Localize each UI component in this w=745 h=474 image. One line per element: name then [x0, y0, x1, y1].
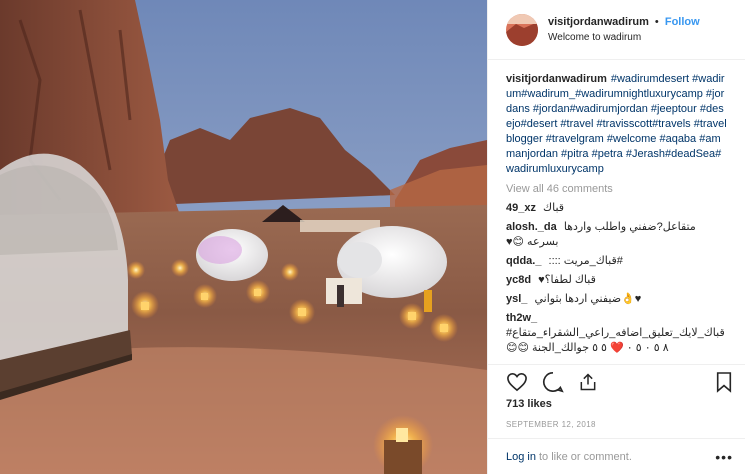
post-date: SEPTEMBER 12, 2018 — [506, 420, 596, 429]
comment-username[interactable]: qdda._ — [506, 255, 541, 267]
comment-item: 49_xz قباك — [506, 201, 727, 216]
follow-button[interactable]: Follow — [665, 16, 700, 28]
comment-username[interactable]: alosh._da — [506, 221, 557, 233]
bookmark-icon[interactable] — [715, 371, 733, 393]
post-photo[interactable] — [0, 0, 487, 474]
comment-item: ysl_ ♥👌ضيفني اردها بثواني — [506, 292, 727, 307]
share-icon[interactable] — [578, 372, 598, 392]
login-link[interactable]: Log in — [506, 451, 536, 463]
post-header: visitjordanwadirum • Follow Welcome to w… — [488, 0, 745, 60]
comment-text: قباك_لايك_تعليق_اضافه_راعي_الشقراء_متقاع… — [506, 327, 725, 354]
login-prompt: Log in to like or comment. ••• — [488, 438, 745, 474]
comment-text: ♥👌ضيفني اردها بثواني — [534, 293, 642, 305]
action-bar — [488, 364, 745, 398]
post-sidebar: visitjordanwadirum • Follow Welcome to w… — [487, 0, 745, 474]
caption-hashtags[interactable]: #wadirumdesert #wadirum#wadirum_#wadirum… — [506, 73, 727, 175]
caption: visitjordanwadirum #wadirumdesert #wadiru… — [506, 72, 727, 177]
more-options-icon[interactable]: ••• — [715, 449, 733, 465]
comments-section[interactable]: visitjordanwadirum #wadirumdesert #wadiru… — [488, 60, 745, 364]
comment-username[interactable]: yc8d — [506, 274, 531, 286]
desert-camp-image — [0, 0, 487, 474]
comment-username[interactable]: 49_xz — [506, 202, 536, 214]
likes-count[interactable]: 713 likes — [488, 398, 745, 416]
comment-icon[interactable] — [542, 371, 564, 393]
caption-username[interactable]: visitjordanwadirum — [506, 73, 607, 85]
avatar[interactable] — [506, 13, 538, 46]
location-link[interactable]: Welcome to wadirum — [548, 30, 700, 45]
comment-username[interactable]: th2w_ — [506, 312, 537, 324]
header-username[interactable]: visitjordanwadirum — [548, 16, 649, 28]
header-separator: • — [654, 15, 659, 28]
comment-username[interactable]: ysl_ — [506, 293, 527, 305]
comment-item: th2w_ قباك_لايك_تعليق_اضافه_راعي_الشقراء… — [506, 311, 727, 356]
comment-text: قباك — [543, 202, 565, 214]
login-text: to like or comment. — [538, 450, 632, 463]
view-all-comments-link[interactable]: View all 46 comments — [506, 183, 727, 195]
instagram-post: visitjordanwadirum • Follow Welcome to w… — [0, 0, 745, 474]
comment-item: yc8d قباك لطفا؟♥ — [506, 273, 727, 288]
heart-icon[interactable] — [506, 372, 528, 392]
comment-item: qdda._ #قباك_مريت :::: — [506, 254, 727, 269]
comment-text: #قباك_مريت :::: — [548, 255, 623, 267]
comment-text: قباك لطفا؟♥ — [538, 274, 596, 286]
comment-item: alosh._da متقاعل?ضفني واطلب واردها بسرعه… — [506, 220, 727, 250]
